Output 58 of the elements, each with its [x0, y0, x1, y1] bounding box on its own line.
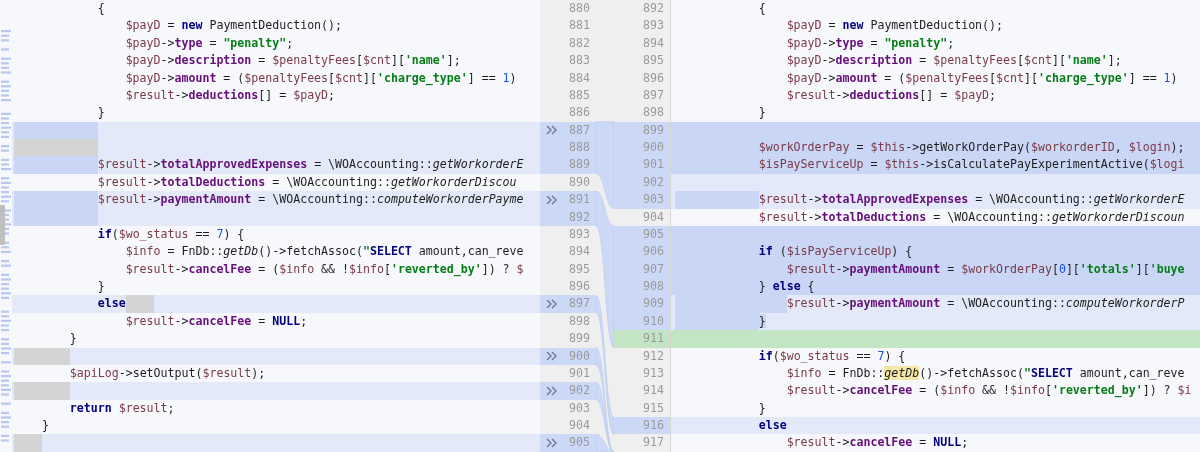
line-number: 883: [569, 52, 590, 70]
line-number: 899: [643, 121, 664, 139]
line-number: 902: [569, 382, 590, 400]
double-chevron-icon[interactable]: [546, 299, 558, 310]
double-chevron-icon[interactable]: [546, 385, 558, 396]
line-number: 889: [569, 156, 590, 174]
line-number: 890: [569, 173, 590, 191]
line-number: 915: [643, 399, 664, 417]
line-number: 892: [643, 0, 664, 17]
line-number: 896: [569, 278, 590, 295]
line-number: 909: [643, 295, 664, 313]
line-number: 905: [643, 225, 664, 243]
line-number: 884: [569, 69, 590, 87]
line-number: 914: [643, 382, 664, 400]
line-number: 886: [569, 104, 590, 122]
line-number: 895: [643, 52, 664, 70]
line-number: 901: [643, 156, 664, 174]
line-number: 885: [569, 86, 590, 104]
line-number: 897: [643, 86, 664, 104]
line-number: 913: [643, 364, 664, 382]
line-number: 887: [569, 121, 590, 139]
line-number: 893: [643, 17, 664, 35]
line-number: 912: [643, 347, 664, 365]
line-number: 880: [569, 0, 590, 17]
line-number: 895: [569, 260, 590, 278]
double-chevron-icon[interactable]: [546, 194, 558, 205]
line-number: 903: [569, 399, 590, 417]
line-number: 906: [643, 243, 664, 261]
line-number: 903: [643, 191, 664, 209]
line-number: 910: [643, 312, 664, 330]
line-number: 901: [569, 364, 590, 382]
double-chevron-icon[interactable]: [546, 125, 558, 136]
line-number: 907: [643, 260, 664, 278]
line-number: 894: [643, 34, 664, 52]
double-chevron-icon[interactable]: [546, 438, 558, 449]
line-number: 900: [569, 347, 590, 365]
line-number: 902: [643, 173, 664, 191]
line-number: 882: [569, 34, 590, 52]
line-number: 908: [643, 278, 664, 295]
line-number: 888: [569, 139, 590, 156]
line-number: 881: [569, 17, 590, 35]
line-number: 899: [569, 330, 590, 348]
line-number: 905: [569, 434, 590, 452]
double-chevron-icon[interactable]: [546, 351, 558, 362]
line-number: 904: [569, 417, 590, 434]
line-number: 892: [569, 208, 590, 226]
line-number: 893: [569, 225, 590, 243]
line-number: 911: [643, 330, 664, 348]
line-number: 916: [643, 417, 664, 434]
line-number: 894: [569, 243, 590, 261]
line-number: 891: [569, 191, 590, 209]
line-number: 900: [643, 139, 664, 156]
line-number: 898: [643, 104, 664, 122]
line-number: 896: [643, 69, 664, 87]
line-number: 904: [643, 208, 664, 226]
line-number: 898: [569, 312, 590, 330]
line-number: 897: [569, 295, 590, 313]
line-number: 917: [643, 434, 664, 452]
